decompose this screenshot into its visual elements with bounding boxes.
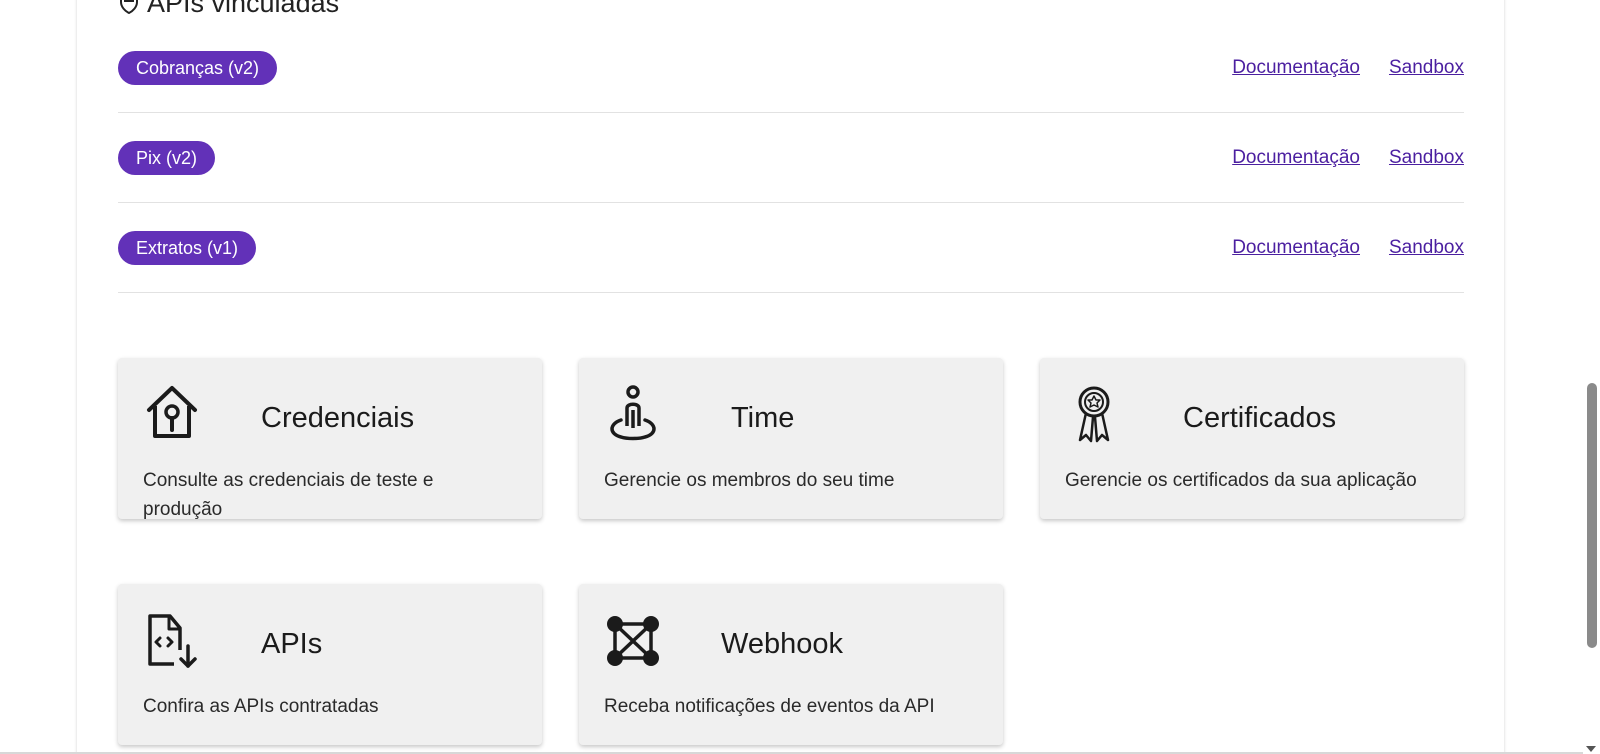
page: APIs vinculadas Cobranças (v2) Documenta…: [0, 0, 1600, 754]
card-title: Time: [731, 402, 795, 434]
card-description: Gerencie os membros do seu time: [604, 470, 895, 491]
card-time[interactable]: Time Gerencie os membros do seu time: [579, 358, 1003, 519]
sandbox-link[interactable]: Sandbox: [1389, 57, 1464, 79]
api-badge: Cobranças (v2): [118, 50, 278, 85]
api-row: Cobranças (v2) Documentação Sandbox: [118, 23, 1464, 113]
documentation-link[interactable]: Documentação: [1232, 57, 1360, 79]
card-credenciais[interactable]: Credenciais Consulte as credenciais de t…: [118, 358, 542, 520]
card-title: Credenciais: [261, 402, 415, 434]
api-row: Extratos (v1) Documentação Sandbox: [118, 203, 1464, 293]
house-lock-icon: [144, 384, 200, 444]
section-header: APIs vinculadas: [119, 0, 339, 18]
award-ribbon-icon: [1066, 384, 1122, 444]
scroll-down-arrow-icon[interactable]: [1586, 746, 1596, 752]
card-description: Gerencie os certificados da sua aplicaçã…: [1065, 470, 1417, 491]
vertical-scrollbar[interactable]: [1583, 0, 1600, 754]
card-webhook[interactable]: Webhook Receba notificações de eventos d…: [579, 584, 1003, 745]
api-badge: Extratos (v1): [118, 230, 257, 265]
api-links: Documentação Sandbox: [1232, 57, 1464, 79]
scrollbar-thumb[interactable]: [1587, 383, 1597, 648]
network-nodes-icon: [605, 610, 661, 670]
api-links: Documentação Sandbox: [1232, 237, 1464, 259]
card-description: Consulte as credenciais de teste e produ…: [143, 470, 434, 520]
card-description: Receba notificações de eventos da API: [604, 696, 935, 717]
section-title: APIs vinculadas: [147, 0, 340, 18]
api-badge: Pix (v2): [118, 140, 216, 175]
sandbox-link[interactable]: Sandbox: [1389, 147, 1464, 169]
card-title: Certificados: [1183, 402, 1337, 434]
documentation-link[interactable]: Documentação: [1232, 147, 1360, 169]
api-row: Pix (v2) Documentação Sandbox: [118, 113, 1464, 203]
card-title: Webhook: [721, 628, 843, 660]
card-title: APIs: [261, 628, 323, 660]
card-certificados[interactable]: Certificados Gerencie os certificados da…: [1040, 358, 1464, 519]
person-location-icon: [605, 384, 661, 444]
code-file-download-icon: [144, 610, 200, 670]
shield-icon: [119, 0, 139, 14]
api-list: Cobranças (v2) Documentação Sandbox Pix …: [118, 23, 1464, 293]
api-links: Documentação Sandbox: [1232, 147, 1464, 169]
card-description: Confira as APIs contratadas: [143, 696, 379, 717]
card-apis[interactable]: APIs Confira as APIs contratadas: [118, 584, 542, 745]
sandbox-link[interactable]: Sandbox: [1389, 237, 1464, 259]
documentation-link[interactable]: Documentação: [1232, 237, 1360, 259]
